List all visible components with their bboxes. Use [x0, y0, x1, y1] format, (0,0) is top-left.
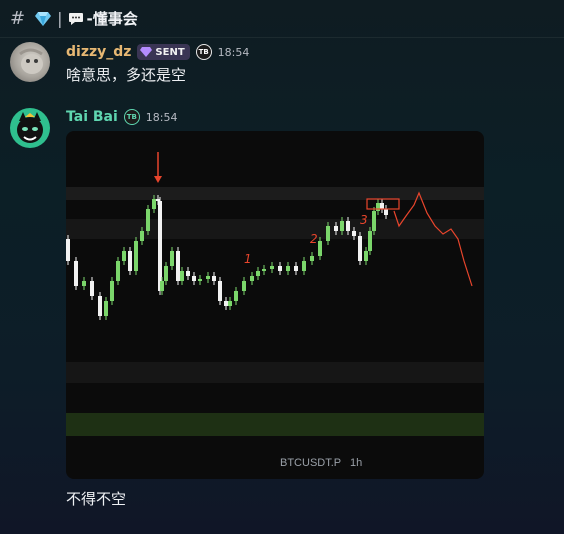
candle-body [134, 241, 138, 271]
annotation-label: 2 [310, 232, 318, 246]
annotation-label: 1 [244, 252, 252, 266]
candle-body [152, 199, 156, 209]
candles-group [66, 195, 388, 320]
candle-body [158, 201, 162, 291]
candle-body [146, 209, 150, 231]
avatar[interactable] [10, 108, 50, 148]
candle-body [164, 266, 168, 281]
candle-body [160, 281, 164, 291]
chart-canvas: 1 2 3 [66, 152, 484, 436]
chart-interval: 1h [350, 457, 363, 469]
candle-body [110, 281, 114, 301]
candle-body [278, 266, 282, 271]
username[interactable]: dizzy_dz [66, 44, 131, 60]
candle-body [66, 239, 70, 261]
message-text: 啥意思，多还是空 [66, 66, 187, 84]
projection-path [393, 191, 473, 287]
tb-badge-icon[interactable]: TB [123, 109, 140, 125]
chart-image-attachment[interactable]: 1 2 3 BTCUSDT.P 1h [66, 131, 484, 479]
candle-body [122, 251, 126, 261]
candle-body [198, 279, 202, 281]
message-text: 不得不空 [66, 490, 127, 508]
candle-body [234, 291, 238, 301]
hash-icon: # [10, 8, 26, 29]
chart-symbol: BTCUSDT.P [280, 457, 342, 469]
candle-body [302, 261, 306, 271]
annotation-label: 3 [360, 213, 368, 227]
candle-body [192, 276, 196, 281]
candle-body [340, 221, 344, 231]
candle-body [116, 261, 120, 281]
badge-label: SENT [155, 46, 185, 58]
candle-body [318, 241, 322, 256]
candle-body [212, 276, 216, 281]
candle-body [294, 266, 298, 271]
message-header: Tai Bai TB 18:54 [66, 108, 178, 126]
candle-body [104, 301, 108, 316]
candle-body [176, 251, 180, 281]
candle-body [346, 221, 350, 231]
candle-body [310, 256, 314, 261]
candle-body [376, 203, 380, 211]
message-header: dizzy_dz SENT TB 18:54 [66, 43, 249, 61]
candle-body [90, 281, 94, 296]
candle-body [206, 276, 210, 279]
avatar[interactable] [10, 42, 50, 82]
candle-body [364, 251, 368, 261]
candle-body [286, 266, 290, 271]
candle-body [358, 236, 362, 261]
channel-name[interactable]: -懂事会 [86, 8, 137, 29]
gem-icon [35, 11, 52, 26]
candle-body [262, 269, 266, 271]
candle-body [82, 281, 86, 286]
price-band [66, 413, 484, 436]
candle-body [384, 209, 388, 215]
candle-body [270, 266, 274, 269]
candle-body [326, 226, 330, 241]
candle-body [334, 226, 338, 231]
username[interactable]: Tai Bai [66, 109, 118, 125]
price-band [66, 219, 484, 239]
candle-body [224, 301, 228, 306]
header-separator: | [57, 9, 63, 28]
candle-body [372, 211, 376, 231]
sent-badge[interactable]: SENT [137, 44, 190, 60]
candle-body [368, 231, 372, 251]
candle-body [228, 301, 232, 306]
timestamp: 18:54 [145, 110, 178, 124]
candle-body [74, 261, 78, 286]
candle-body [128, 251, 132, 271]
candle-body [180, 271, 184, 281]
candle-body [170, 251, 174, 266]
annotation-arrow-head [154, 176, 162, 183]
channel-header: # | -懂事会 [0, 0, 564, 38]
tb-badge-icon[interactable]: TB [195, 44, 212, 60]
candle-body [156, 199, 160, 201]
gem-icon [140, 47, 153, 57]
candle-body [140, 231, 144, 241]
price-band [66, 362, 484, 383]
candle-body [186, 271, 190, 276]
candle-body [242, 281, 246, 291]
timestamp: 18:54 [217, 45, 250, 59]
candle-body [98, 296, 102, 316]
candle-body [218, 281, 222, 301]
candle-body [352, 231, 356, 236]
candle-body [256, 271, 260, 276]
candle-body [250, 276, 254, 281]
candle-body [380, 203, 384, 209]
speech-bubble-icon [69, 12, 84, 25]
